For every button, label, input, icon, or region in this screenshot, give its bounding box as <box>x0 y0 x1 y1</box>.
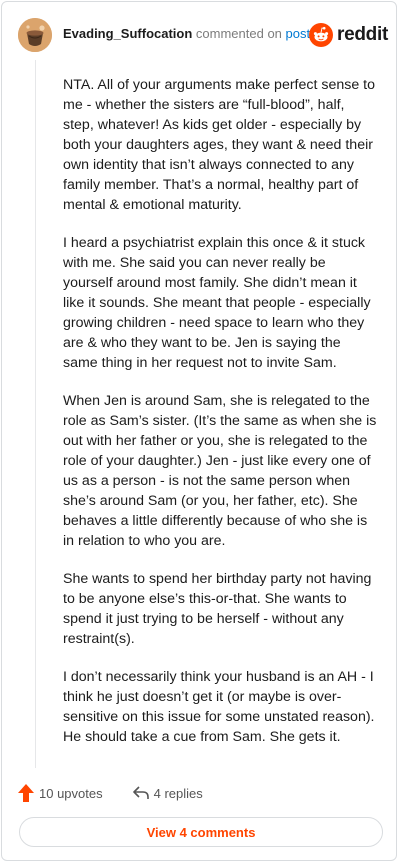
upvote-count: 10 upvotes <box>39 785 103 801</box>
comment-paragraph: She wants to spend her birthday party no… <box>63 571 372 647</box>
reddit-snoo-icon <box>309 23 334 47</box>
replies-button[interactable]: 4 replies <box>132 785 203 801</box>
upvote-arrow-icon <box>18 784 34 802</box>
comment-header: Evading_Suffocation commented on post re… <box>18 18 388 52</box>
reddit-brand[interactable]: reddit <box>309 22 388 48</box>
comment-card: Evading_Suffocation commented on post re… <box>1 1 397 861</box>
username-link[interactable]: Evading_Suffocation <box>63 26 192 41</box>
comment-paragraph: I heard a psychiatrist explain this once… <box>63 235 371 371</box>
brand-wordmark: reddit <box>337 24 388 45</box>
view-comments-button[interactable]: View 4 comments <box>19 817 383 847</box>
avatar[interactable] <box>18 18 52 52</box>
comment-paragraph: I don’t necessarily think your husband i… <box>63 669 375 745</box>
upvote-button[interactable]: 10 upvotes <box>18 784 103 802</box>
comment-actions: 10 upvotes 4 replies <box>18 782 203 804</box>
comment-byline: Evading_Suffocation commented on post <box>63 26 310 41</box>
replies-count: 4 replies <box>153 785 203 801</box>
reply-arrow-icon <box>132 786 149 799</box>
comment-paragraph: When Jen is around Sam, she is relegated… <box>63 393 377 549</box>
thread-line[interactable] <box>35 60 36 768</box>
comment-body: NTA. All of your arguments make perfect … <box>63 75 379 765</box>
avatar-image <box>18 18 52 52</box>
action-text: commented on <box>195 26 282 41</box>
comment-paragraph: NTA. All of your arguments make perfect … <box>63 77 375 213</box>
post-link[interactable]: post <box>286 26 311 41</box>
